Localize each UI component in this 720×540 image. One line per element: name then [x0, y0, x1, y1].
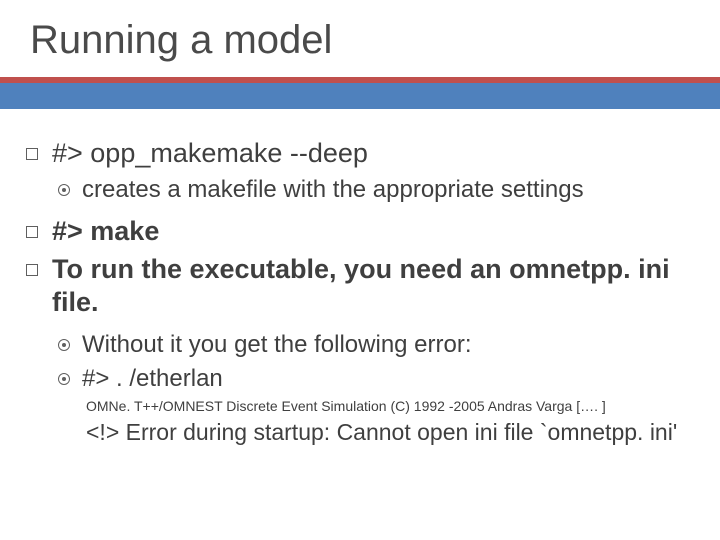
- list-item: #> opp_makemake --deep: [26, 137, 710, 171]
- list-item-text: #> . /etherlan: [82, 364, 223, 394]
- list-item: To run the executable, you need an omnet…: [26, 253, 710, 321]
- list-item: creates a makefile with the appropriate …: [58, 175, 710, 205]
- list-item-text: #> opp_makemake --deep: [52, 137, 368, 171]
- list-item-text: To run the executable, you need an omnet…: [52, 253, 710, 321]
- slide-title: Running a model: [30, 18, 690, 63]
- target-bullet-icon: [58, 184, 70, 196]
- list-item: #> . /etherlan: [58, 364, 710, 394]
- accent-bar: [0, 77, 720, 109]
- square-bullet-icon: [26, 264, 38, 276]
- list-item: #> make: [26, 215, 710, 249]
- slide: Running a model: [0, 0, 720, 63]
- list-item-text: #> make: [52, 215, 159, 249]
- slide-content: #> opp_makemake --deep creates a makefil…: [0, 137, 720, 447]
- square-bullet-icon: [26, 226, 38, 238]
- error-text: <!> Error during startup: Cannot open in…: [86, 418, 710, 447]
- list-item-text: creates a makefile with the appropriate …: [82, 175, 584, 205]
- target-bullet-icon: [58, 373, 70, 385]
- list-item-text: Without it you get the following error:: [82, 330, 472, 360]
- footnote-text: OMNe. T++/OMNEST Discrete Event Simulati…: [86, 398, 710, 414]
- square-bullet-icon: [26, 148, 38, 160]
- list-item: Without it you get the following error:: [58, 330, 710, 360]
- target-bullet-icon: [58, 339, 70, 351]
